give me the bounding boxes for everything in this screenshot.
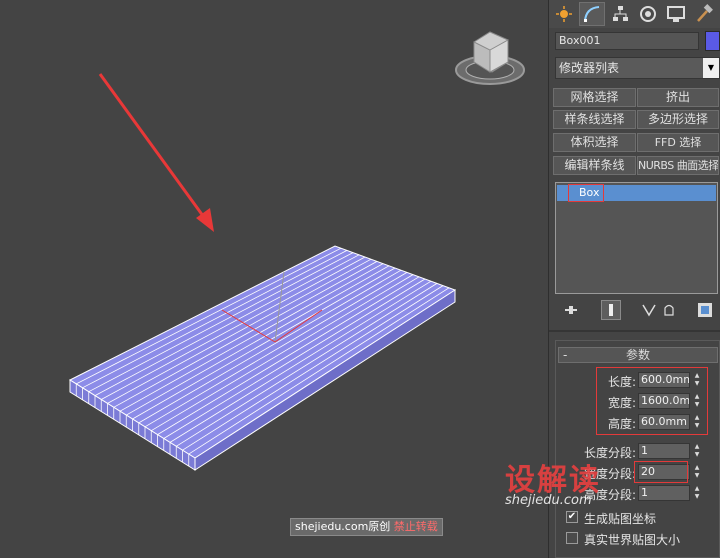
width-segs-spinner[interactable]: ▲ ▼ (692, 464, 702, 480)
sun-icon (556, 6, 572, 22)
make-unique-icon[interactable] (639, 300, 659, 320)
box-object[interactable] (68, 245, 457, 471)
watermark-site: shejiedu.com (295, 520, 369, 533)
highlight-box (568, 184, 604, 202)
pin-stack-icon[interactable] (561, 300, 581, 320)
command-panel-tabs (549, 0, 720, 28)
collapse-icon: - (563, 348, 568, 362)
modifier-button-extrude[interactable]: 挤出 (637, 88, 719, 107)
gen-map-coords-checkbox[interactable]: ✔ (566, 511, 578, 523)
parameters-title: 参数 (625, 348, 650, 362)
viewport-scene (68, 31, 525, 471)
watermark-label: shejiedu.com原创 禁止转载 (290, 518, 443, 536)
curve-icon (584, 6, 600, 22)
real-world-map-size-label: 真实世界贴图大小 (584, 533, 681, 547)
real-world-map-size-checkbox[interactable] (566, 532, 578, 544)
object-color-swatch[interactable] (705, 31, 720, 51)
tab-modify[interactable] (579, 2, 605, 26)
configure-modifier-sets-icon[interactable] (695, 300, 715, 320)
modifier-button-ffd-select[interactable]: FFD 选择 (637, 133, 719, 152)
modifier-button-mesh-select[interactable]: 网格选择 (553, 88, 636, 107)
object-name-field[interactable]: Box001 (555, 32, 699, 50)
length-segs-spinner[interactable]: ▲ ▼ (692, 443, 702, 459)
length-segs-field[interactable]: 1 (638, 443, 690, 459)
parameters-rollout: - 参数 长度: 600.0mm ▲▼ 宽度: 1600.0mm ▲▼ 高度: … (555, 340, 720, 558)
highlight-width-segs (634, 461, 688, 483)
gen-map-coords-label: 生成贴图坐标 (584, 512, 657, 526)
perspective-viewport[interactable]: shejiedu.com原创 禁止转载 (0, 0, 548, 558)
modifier-button-edit-spline[interactable]: 编辑样条线 (553, 156, 636, 175)
modifier-list-dropdown[interactable]: 修改器列表 ▼ (555, 57, 720, 79)
hierarchy-icon (613, 6, 628, 21)
chevron-down-icon[interactable]: ▼ (703, 58, 719, 78)
display-icon (667, 6, 685, 22)
modifier-stack[interactable]: Box (555, 182, 718, 294)
highlight-dimensions (596, 367, 708, 435)
brand-url: shejiedu.com (505, 493, 592, 508)
watermark-notice: 禁止转载 (393, 520, 438, 533)
height-segs-field[interactable]: 1 (638, 485, 690, 501)
height-segs-spinner[interactable]: ▲ ▼ (692, 485, 702, 501)
modifier-list-label: 修改器列表 (559, 61, 620, 75)
panel-divider (549, 330, 720, 332)
tab-create[interactable] (551, 2, 577, 26)
hammer-icon (697, 4, 713, 22)
tab-utilities[interactable] (691, 2, 717, 26)
watermark-original: 原创 (368, 520, 391, 533)
tab-motion[interactable] (635, 2, 661, 26)
show-end-result-icon[interactable] (601, 300, 621, 320)
modifier-button-spline-select[interactable]: 样条线选择 (553, 110, 636, 129)
viewcube[interactable] (455, 31, 525, 85)
modifier-button-poly-select[interactable]: 多边形选择 (637, 110, 719, 129)
remove-modifier-icon[interactable] (659, 300, 679, 320)
stack-toolbar (555, 298, 720, 322)
red-arrow-annotation (98, 73, 214, 232)
tab-hierarchy[interactable] (607, 2, 633, 26)
brand-watermark: 设解读 shejiedu.com (505, 455, 601, 508)
modifier-button-nurbs-select[interactable]: NURBS 曲面选择 (637, 156, 719, 175)
motion-icon (640, 6, 656, 22)
modifier-button-volume-select[interactable]: 体积选择 (553, 133, 636, 152)
parameters-rollout-header[interactable]: - 参数 (558, 347, 718, 363)
tab-display[interactable] (663, 2, 689, 26)
